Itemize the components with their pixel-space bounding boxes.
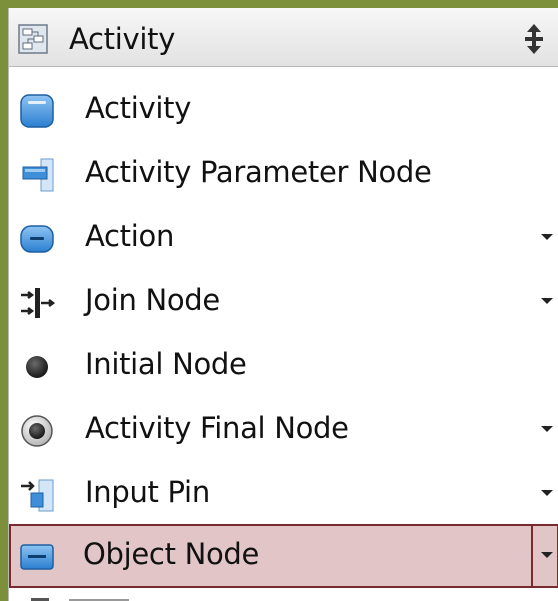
more-options-arrow-icon[interactable] — [541, 490, 553, 496]
expand-collapse-icon[interactable] — [519, 22, 549, 56]
more-options-arrow-icon[interactable] — [541, 426, 553, 432]
palette-item-object-node[interactable]: Object Node — [9, 524, 558, 588]
activity-diagram-icon — [18, 24, 48, 54]
palette-item-label: Action — [85, 219, 175, 253]
palette-item-label: Input Pin — [85, 475, 210, 509]
palette-item-label: Object Node — [83, 537, 260, 571]
more-options-arrow-icon[interactable] — [541, 298, 553, 304]
palette-title: Activity — [69, 22, 176, 56]
more-options-arrow-icon[interactable] — [541, 234, 553, 240]
activity-icon — [20, 94, 54, 128]
object-node-icon — [20, 544, 54, 570]
input-pin-icon — [21, 479, 54, 512]
palette-item-label: Activity Final Node — [85, 411, 349, 445]
initial-node-icon — [26, 356, 48, 378]
palette-panel: Activity Activity Activity Parameter Nod… — [8, 8, 558, 601]
palette-item-activity-final-node[interactable]: Activity Final Node — [9, 398, 558, 462]
join-node-icon — [21, 288, 55, 318]
palette-item-join-node[interactable]: Join Node — [9, 270, 558, 334]
palette-item-action[interactable]: Action — [9, 206, 558, 270]
palette-item-initial-node[interactable]: Initial Node — [9, 334, 558, 398]
activity-parameter-node-icon — [22, 158, 54, 192]
more-options-arrow-icon[interactable] — [541, 552, 553, 558]
palette-item-label: Activity — [85, 91, 192, 125]
next-item-partial — [31, 598, 129, 601]
palette-item-label: Join Node — [85, 283, 220, 317]
palette-header[interactable]: Activity — [9, 8, 558, 67]
action-icon — [20, 225, 54, 253]
palette-item-activity-parameter-node[interactable]: Activity Parameter Node — [9, 142, 558, 206]
activity-final-node-icon — [21, 415, 53, 447]
palette-item-activity[interactable]: Activity — [9, 78, 558, 142]
palette-item-label: Initial Node — [85, 347, 247, 381]
split-divider — [531, 526, 533, 586]
palette-item-label: Activity Parameter Node — [85, 155, 432, 189]
palette-item-input-pin[interactable]: Input Pin — [9, 462, 558, 526]
